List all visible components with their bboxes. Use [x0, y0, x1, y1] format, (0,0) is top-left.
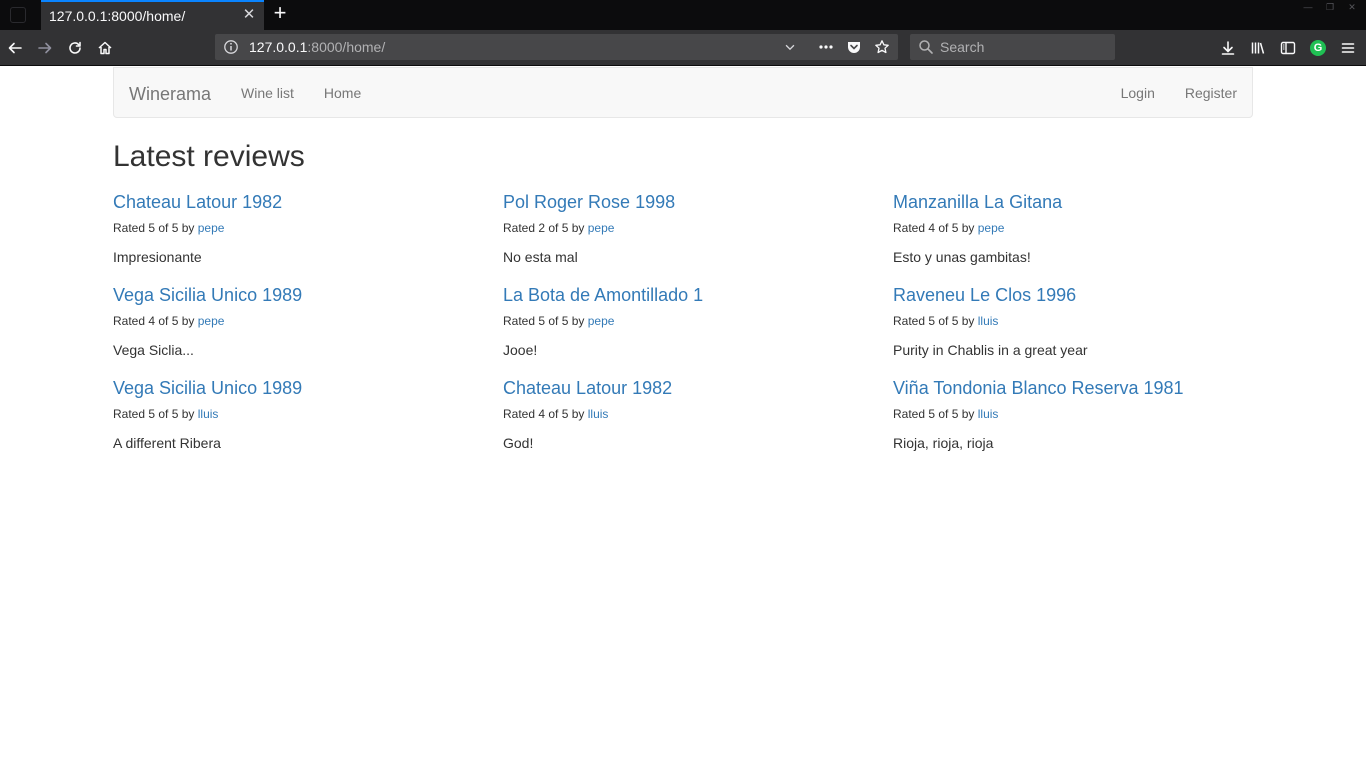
close-tab-icon[interactable]: ✕ — [240, 6, 258, 24]
site-info-icon[interactable] — [223, 39, 239, 55]
review-card: Vega Sicilia Unico 1989 Rated 4 of 5 by … — [113, 283, 503, 376]
rating-text: Rated 5 of 5 by — [893, 407, 978, 421]
rating-text: Rated 2 of 5 by — [503, 221, 588, 235]
minimize-icon[interactable]: — — [1302, 1, 1314, 13]
grammarly-extension-icon[interactable]: G — [1306, 36, 1330, 60]
user-link[interactable]: pepe — [978, 221, 1005, 235]
page-title: Latest reviews — [113, 140, 305, 173]
user-link[interactable]: pepe — [198, 314, 225, 328]
url-host: 127.0.0.1 — [249, 39, 308, 55]
wine-link[interactable]: La Bota de Amontillado 1 — [503, 283, 893, 307]
browser-toolbar: 127.0.0.1:8000/home/ Search G — [0, 30, 1366, 66]
pocket-icon[interactable] — [844, 37, 864, 57]
wine-link[interactable]: Pol Roger Rose 1998 — [503, 190, 893, 214]
review-comment: Vega Siclia... — [113, 342, 194, 358]
new-tab-icon[interactable]: + — [269, 2, 291, 25]
hamburger-menu-icon[interactable] — [1336, 36, 1360, 60]
library-icon[interactable] — [1246, 36, 1270, 60]
nav-left: Wine list Home — [241, 68, 376, 119]
review-rating: Rated 5 of 5 by lluis — [893, 314, 1283, 328]
wine-link[interactable]: Vega Sicilia Unico 1989 — [113, 376, 503, 400]
search-input[interactable] — [940, 37, 1108, 57]
web-page: Winerama Wine list Home Login Register L… — [0, 67, 1366, 768]
review-card: Raveneu Le Clos 1996 Rated 5 of 5 by llu… — [893, 283, 1283, 376]
rating-text: Rated 4 of 5 by — [893, 221, 978, 235]
rating-text: Rated 4 of 5 by — [503, 407, 588, 421]
review-card: Chateau Latour 1982 Rated 5 of 5 by pepe… — [113, 190, 503, 283]
nav-login-link[interactable]: Login — [1106, 68, 1170, 119]
rating-text: Rated 4 of 5 by — [113, 314, 198, 328]
review-card: Pol Roger Rose 1998 Rated 2 of 5 by pepe… — [503, 190, 893, 283]
review-rating: Rated 4 of 5 by pepe — [893, 221, 1283, 235]
rating-text: Rated 5 of 5 by — [503, 314, 588, 328]
review-rating: Rated 2 of 5 by pepe — [503, 221, 893, 235]
wine-link[interactable]: Manzanilla La Gitana — [893, 190, 1283, 214]
wine-link[interactable]: Chateau Latour 1982 — [503, 376, 893, 400]
user-link[interactable]: lluis — [978, 407, 999, 421]
review-comment: Rioja, rioja, rioja — [893, 435, 994, 451]
rating-text: Rated 5 of 5 by — [113, 407, 198, 421]
browser-tab[interactable]: 127.0.0.1:8000/home/ ✕ — [41, 0, 264, 30]
downloads-icon[interactable] — [1216, 36, 1240, 60]
url-bar[interactable]: 127.0.0.1:8000/home/ — [215, 34, 898, 60]
home-icon[interactable] — [93, 36, 117, 60]
review-rating: Rated 5 of 5 by pepe — [113, 221, 503, 235]
close-window-icon[interactable]: ✕ — [1346, 1, 1358, 13]
site-navbar: Winerama Wine list Home Login Register — [113, 67, 1253, 118]
review-comment: God! — [503, 435, 534, 451]
wine-link[interactable]: Vega Sicilia Unico 1989 — [113, 283, 503, 307]
url-path: :8000/home/ — [307, 39, 386, 55]
review-comment: Esto y unas gambitas! — [893, 249, 1031, 265]
review-card: Manzanilla La Gitana Rated 4 of 5 by pep… — [893, 190, 1283, 283]
restore-icon[interactable]: ❐ — [1324, 1, 1336, 13]
forward-icon[interactable] — [33, 36, 57, 60]
search-bar[interactable] — [910, 34, 1115, 60]
review-comment: A different Ribera — [113, 435, 221, 451]
review-comment: Jooe! — [503, 342, 538, 358]
review-rating: Rated 5 of 5 by pepe — [503, 314, 893, 328]
nav-home-link[interactable]: Home — [309, 68, 376, 119]
reviews-grid: Chateau Latour 1982 Rated 5 of 5 by pepe… — [113, 190, 1283, 469]
search-icon — [918, 39, 934, 55]
review-rating: Rated 5 of 5 by lluis — [113, 407, 503, 421]
tab-title: 127.0.0.1:8000/home/ — [49, 8, 186, 24]
tab-strip: 127.0.0.1:8000/home/ ✕ + — ❐ ✕ — [0, 0, 1366, 30]
review-comment: Impresionante — [113, 249, 202, 265]
review-card: Viña Tondonia Blanco Reserva 1981 Rated … — [893, 376, 1283, 469]
window-menu-icon[interactable] — [10, 7, 26, 23]
brand-link[interactable]: Winerama — [129, 84, 211, 105]
window-controls: — ❐ ✕ — [1302, 1, 1358, 13]
sidebar-icon[interactable] — [1276, 36, 1300, 60]
chevron-down-icon[interactable] — [780, 37, 800, 57]
review-rating: Rated 5 of 5 by lluis — [893, 407, 1283, 421]
nav-right: Login Register — [1106, 68, 1237, 119]
user-link[interactable]: lluis — [198, 407, 219, 421]
user-link[interactable]: lluis — [978, 314, 999, 328]
review-card: Chateau Latour 1982 Rated 4 of 5 by llui… — [503, 376, 893, 469]
user-link[interactable]: pepe — [588, 221, 615, 235]
user-link[interactable]: pepe — [588, 314, 615, 328]
page-actions-icon[interactable] — [816, 37, 836, 57]
review-card: La Bota de Amontillado 1 Rated 5 of 5 by… — [503, 283, 893, 376]
review-rating: Rated 4 of 5 by lluis — [503, 407, 893, 421]
review-comment: No esta mal — [503, 249, 578, 265]
bookmark-star-icon[interactable] — [872, 37, 892, 57]
url-text[interactable]: 127.0.0.1:8000/home/ — [249, 39, 385, 55]
nav-wine-list-link[interactable]: Wine list — [241, 68, 309, 119]
review-card: Vega Sicilia Unico 1989 Rated 5 of 5 by … — [113, 376, 503, 469]
reload-icon[interactable] — [63, 36, 87, 60]
user-link[interactable]: lluis — [588, 407, 609, 421]
back-icon[interactable] — [3, 36, 27, 60]
rating-text: Rated 5 of 5 by — [893, 314, 978, 328]
review-rating: Rated 4 of 5 by pepe — [113, 314, 503, 328]
review-comment: Purity in Chablis in a great year — [893, 342, 1088, 358]
wine-link[interactable]: Chateau Latour 1982 — [113, 190, 503, 214]
wine-link[interactable]: Raveneu Le Clos 1996 — [893, 283, 1283, 307]
nav-register-link[interactable]: Register — [1170, 68, 1237, 119]
wine-link[interactable]: Viña Tondonia Blanco Reserva 1981 — [893, 376, 1283, 400]
user-link[interactable]: pepe — [198, 221, 225, 235]
rating-text: Rated 5 of 5 by — [113, 221, 198, 235]
